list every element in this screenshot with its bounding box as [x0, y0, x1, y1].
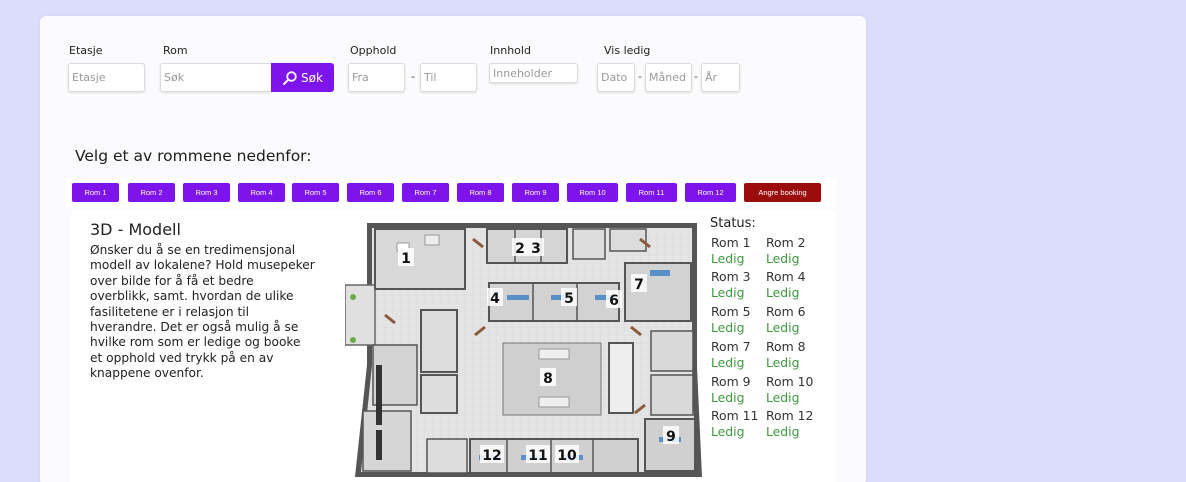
floorplan-label-3: 3: [531, 241, 541, 257]
room-button-2[interactable]: Rom 2: [128, 183, 175, 202]
floor-label: Etasje: [69, 44, 103, 57]
content-label: Innhold: [490, 44, 531, 57]
status-room-11-name: Rom 11: [711, 408, 759, 423]
floor-input[interactable]: [68, 63, 145, 92]
status-room-1-value: Ledig: [711, 251, 745, 266]
stay-separator: -: [411, 70, 415, 83]
floorplan-label-6: 6: [609, 293, 619, 309]
status-room-3-name: Rom 3: [711, 269, 751, 284]
floorplan-label-12: 12: [482, 448, 501, 464]
status-room-5-name: Rom 5: [711, 304, 751, 319]
room-label: Rom: [163, 44, 188, 57]
available-label: Vis ledig: [604, 44, 651, 57]
status-room-4-value: Ledig: [766, 285, 800, 300]
status-room-5-value: Ledig: [711, 320, 745, 335]
status-room-9-name: Rom 9: [711, 374, 751, 389]
status-room-6-name: Rom 6: [766, 304, 806, 319]
room-button-7[interactable]: Rom 7: [402, 183, 449, 202]
floorplan-label-4: 4: [490, 291, 500, 307]
floorplan-label-1: 1: [401, 251, 411, 267]
stay-label: Opphold: [350, 44, 397, 57]
model-description: Ønsker du å se en tredimensjonal modell …: [90, 243, 315, 381]
status-room-10-name: Rom 10: [766, 374, 814, 389]
status-room-10-value: Ledig: [766, 390, 800, 405]
room-button-3[interactable]: Rom 3: [183, 183, 230, 202]
status-room-7-name: Rom 7: [711, 339, 751, 354]
available-separator-1: -: [638, 70, 642, 83]
status-room-8-value: Ledig: [766, 355, 800, 370]
status-room-2-value: Ledig: [766, 251, 800, 266]
status-title: Status:: [710, 216, 756, 231]
floorplan-3d-model[interactable]: 1 2 3 4 5 6 7 8 9 10 11 12: [345, 215, 708, 481]
room-button-8[interactable]: Rom 8: [457, 183, 504, 202]
status-room-12-value: Ledig: [766, 424, 800, 439]
stay-to-input[interactable]: [420, 63, 477, 92]
status-room-1-name: Rom 1: [711, 235, 751, 250]
status-room-3-value: Ledig: [711, 285, 745, 300]
status-room-11-value: Ledig: [711, 424, 745, 439]
status-room-2-name: Rom 2: [766, 235, 806, 250]
room-button-12[interactable]: Rom 12: [685, 183, 736, 202]
room-button-5[interactable]: Rom 5: [292, 183, 339, 202]
status-room-8-name: Rom 8: [766, 339, 806, 354]
available-year-input[interactable]: [701, 63, 740, 92]
status-room-6-value: Ledig: [766, 320, 800, 335]
stay-from-input[interactable]: [348, 63, 405, 92]
room-search-label: Søk: [301, 70, 323, 85]
cancel-booking-button[interactable]: Angre booking: [744, 183, 821, 202]
floorplan-label-9: 9: [666, 429, 676, 445]
available-month-input[interactable]: [645, 63, 692, 92]
status-room-9-value: Ledig: [711, 390, 745, 405]
search-icon: [283, 70, 297, 85]
floorplan-label-5: 5: [564, 291, 574, 307]
floorplan-label-8: 8: [543, 371, 553, 387]
available-separator-2: -: [694, 70, 698, 83]
floorplan-label-11: 11: [528, 448, 547, 464]
room-button-9[interactable]: Rom 9: [512, 183, 559, 202]
status-room-12-name: Rom 12: [766, 408, 814, 423]
floorplan-label-10: 10: [557, 448, 577, 464]
room-button-11[interactable]: Rom 11: [626, 183, 677, 202]
room-button-10[interactable]: Rom 10: [567, 183, 618, 202]
content-input[interactable]: [489, 63, 578, 83]
room-button-4[interactable]: Rom 4: [238, 183, 285, 202]
page-heading: Velg et av rommene nedenfor:: [75, 147, 312, 165]
model-title: 3D - Modell: [90, 220, 181, 239]
status-room-4-name: Rom 4: [766, 269, 806, 284]
room-button-6[interactable]: Rom 6: [347, 183, 394, 202]
room-search-input[interactable]: [160, 63, 272, 92]
floorplan-label-2: 2: [515, 241, 525, 257]
room-button-1[interactable]: Rom 1: [72, 183, 119, 202]
status-room-7-value: Ledig: [711, 355, 745, 370]
floorplan-label-7: 7: [634, 277, 644, 293]
room-search-button[interactable]: Søk: [271, 63, 334, 92]
available-day-input[interactable]: [597, 63, 635, 92]
